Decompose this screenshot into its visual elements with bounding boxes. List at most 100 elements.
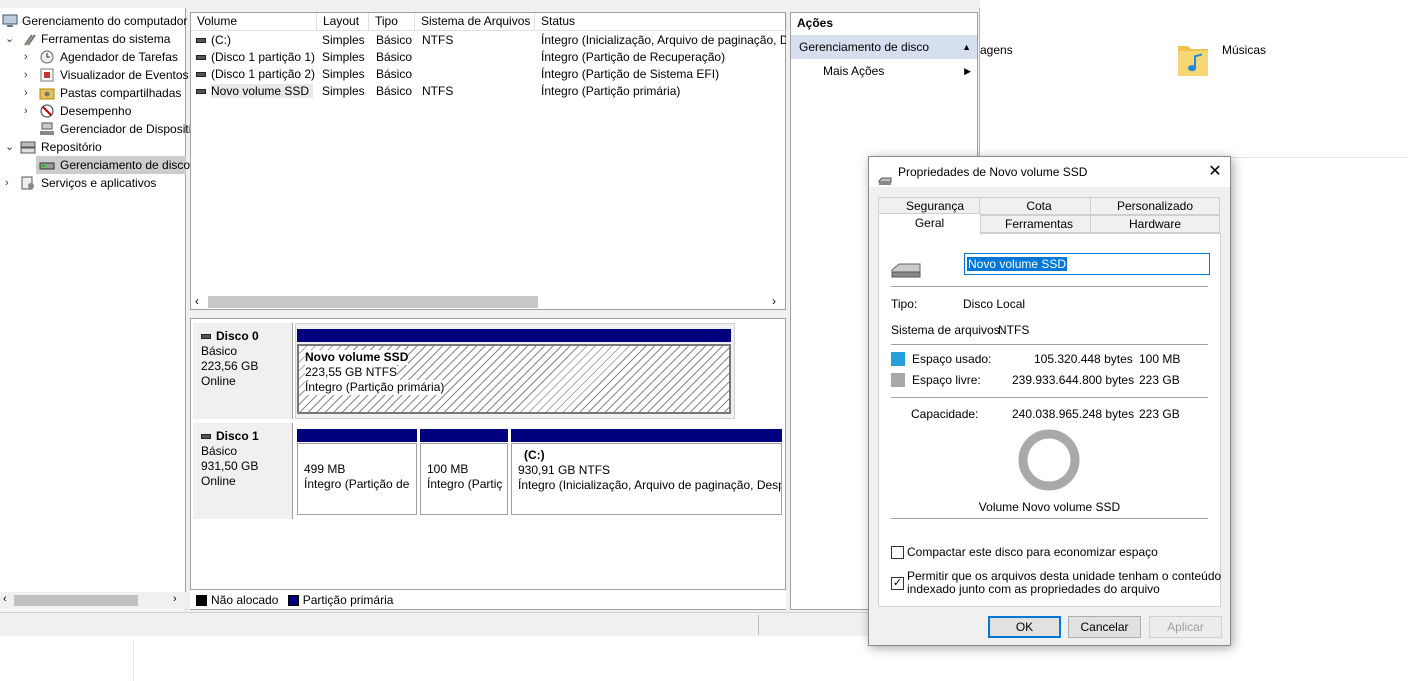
- compress-checkbox[interactable]: [891, 546, 904, 559]
- general-tab-panel: Novo volume SSD Tipo: Disco Local Sistem…: [878, 233, 1221, 607]
- disk-1-label[interactable]: Disco 1 Básico 931,50 GB Online: [193, 423, 293, 519]
- chevron-right-icon[interactable]: ›: [24, 48, 34, 66]
- tree-horizontal-scrollbar[interactable]: ‹ ›: [0, 592, 186, 609]
- divider: [133, 640, 134, 681]
- used-space-size: 100 MB: [1139, 352, 1181, 366]
- status-divider: [758, 615, 759, 635]
- scrollbar-thumb[interactable]: [14, 595, 138, 606]
- type-value: Disco Local: [963, 297, 1026, 311]
- tools-icon: [22, 32, 38, 46]
- used-space-label: Espaço usado:: [912, 352, 992, 366]
- chevron-right-icon[interactable]: ›: [5, 174, 15, 192]
- column-header-layout[interactable]: Layout: [317, 13, 369, 31]
- compress-label: Compactar este disco para economizar esp…: [907, 545, 1158, 559]
- navigation-tree: Gerenciamento do computador ⌄ Ferramenta…: [0, 8, 210, 610]
- actions-header: Ações: [797, 16, 834, 30]
- legend: Não alocado Partição primária: [190, 589, 786, 609]
- legend-swatch-unallocated: [196, 595, 207, 607]
- tab-hardware[interactable]: Hardware: [1090, 215, 1220, 233]
- separator: [891, 344, 1208, 345]
- chevron-right-icon[interactable]: ›: [24, 66, 34, 84]
- toolbar: [0, 0, 980, 8]
- chevron-right-icon[interactable]: ›: [173, 593, 177, 605]
- table-row[interactable]: (Disco 1 partição 2) Simples Básico Ínte…: [191, 66, 787, 83]
- partition-bar: [420, 429, 508, 442]
- table-row[interactable]: (Disco 1 partição 1) Simples Básico Ínte…: [191, 49, 787, 66]
- chevron-right-icon[interactable]: ›: [772, 294, 776, 308]
- ok-button[interactable]: OK: [988, 616, 1061, 638]
- shared-folder-icon: [39, 86, 55, 100]
- disk-graphical-view: Disco 0 Básico 223,56 GB Online Novo vol…: [190, 318, 786, 610]
- chevron-right-icon[interactable]: ›: [24, 84, 34, 102]
- capacity-bytes: 240.038.965.248 bytes: [1012, 407, 1135, 421]
- chevron-down-icon[interactable]: ⌄: [5, 30, 15, 48]
- disk-icon: [201, 334, 211, 340]
- legend-swatch-primary: [287, 595, 299, 607]
- volume-icon: [196, 38, 206, 44]
- capacity-label: Capacidade:: [911, 407, 979, 421]
- table-row[interactable]: Novo volume SSD Simples Básico NTFS Ínte…: [191, 83, 787, 100]
- partition-c[interactable]: (C:) 930,91 GB NTFS Íntegro (Inicializaç…: [511, 443, 782, 515]
- volume-icon: [196, 89, 206, 95]
- chevron-down-icon[interactable]: ⌄: [5, 138, 15, 156]
- column-header-filesystem[interactable]: Sistema de Arquivos: [415, 13, 535, 31]
- table-row[interactable]: (C:) Simples Básico NTFS Íntegro (Inicia…: [191, 32, 787, 49]
- usage-donut-chart: [1018, 429, 1080, 491]
- services-icon: [20, 176, 36, 190]
- chevron-left-icon[interactable]: ‹: [195, 294, 199, 308]
- storage-icon: [20, 140, 36, 154]
- disk-0-label[interactable]: Disco 0 Básico 223,56 GB Online: [193, 323, 293, 419]
- partition-recovery[interactable]: 499 MB Íntegro (Partição de: [297, 443, 417, 515]
- free-space-swatch: [891, 373, 905, 387]
- close-icon[interactable]: ✕: [1201, 157, 1229, 187]
- device-manager-icon: [39, 122, 55, 136]
- free-space-label: Espaço livre:: [912, 373, 981, 387]
- separator: [891, 518, 1208, 519]
- disk-management-icon: [39, 158, 55, 172]
- explorer-item-music-label[interactable]: Músicas: [1222, 43, 1266, 57]
- submenu-arrow-icon: ▶: [964, 66, 971, 76]
- drive-icon: [878, 167, 892, 197]
- chevron-right-icon[interactable]: ›: [24, 102, 34, 120]
- volume-name-selection: Novo volume SSD: [967, 257, 1068, 271]
- volume-icon: [196, 55, 206, 61]
- status-bar: [0, 612, 980, 636]
- explorer-item-images-label[interactable]: agens: [980, 43, 1013, 57]
- disk-icon: [201, 434, 211, 440]
- apply-button[interactable]: Aplicar: [1149, 616, 1222, 638]
- filesystem-label: Sistema de arquivos:: [891, 323, 1004, 337]
- column-header-status[interactable]: Status: [535, 13, 787, 31]
- index-checkbox[interactable]: ✓: [891, 577, 904, 590]
- cancel-button[interactable]: Cancelar: [1068, 616, 1141, 638]
- dialog-title: Propriedades de Novo volume SSD: [898, 165, 1088, 179]
- tab-quota[interactable]: Cota: [979, 197, 1099, 215]
- volume-caption: Volume Novo volume SSD: [978, 500, 1121, 514]
- partition-bar: [297, 429, 417, 442]
- actions-section-disk-management[interactable]: Gerenciamento de disco ▲: [791, 35, 977, 59]
- tab-tools[interactable]: Ferramentas: [979, 215, 1099, 233]
- scrollbar-thumb[interactable]: [208, 296, 538, 308]
- more-actions-item[interactable]: Mais Ações ▶: [791, 61, 977, 81]
- free-space-size: 223 GB: [1139, 373, 1180, 387]
- collapse-icon[interactable]: ▲: [962, 35, 971, 59]
- tree-item-disk-management[interactable]: Gerenciamento de disco: [36, 156, 190, 174]
- free-space-ring: [1018, 429, 1080, 491]
- used-space-bytes: 105.320.448 bytes: [1034, 352, 1133, 366]
- free-space-bytes: 239.933.644.800 bytes: [1012, 373, 1135, 387]
- tab-custom[interactable]: Personalizado: [1090, 197, 1220, 215]
- tab-general[interactable]: Geral: [878, 213, 981, 235]
- music-folder-icon[interactable]: [1176, 38, 1210, 78]
- volume-list: Volume Layout Tipo Sistema de Arquivos S…: [190, 12, 787, 310]
- partition-novo-volume-ssd[interactable]: Novo volume SSD 223,55 GB NTFS Íntegro (…: [297, 344, 731, 414]
- properties-dialog: Propriedades de Novo volume SSD ✕ Segura…: [868, 156, 1231, 646]
- column-header-type[interactable]: Tipo: [369, 13, 415, 31]
- clock-icon: [39, 50, 55, 64]
- dialog-titlebar[interactable]: Propriedades de Novo volume SSD ✕: [869, 157, 1230, 187]
- partition-efi[interactable]: 100 MB Íntegro (Partiç: [420, 443, 508, 515]
- volume-list-horizontal-scrollbar[interactable]: ‹ ›: [190, 293, 786, 310]
- separator: [891, 397, 1208, 398]
- filesystem-value: NTFS: [998, 323, 1030, 337]
- column-header-volume[interactable]: Volume: [191, 13, 317, 31]
- chevron-left-icon[interactable]: ‹: [3, 593, 7, 605]
- used-space-swatch: [891, 352, 905, 366]
